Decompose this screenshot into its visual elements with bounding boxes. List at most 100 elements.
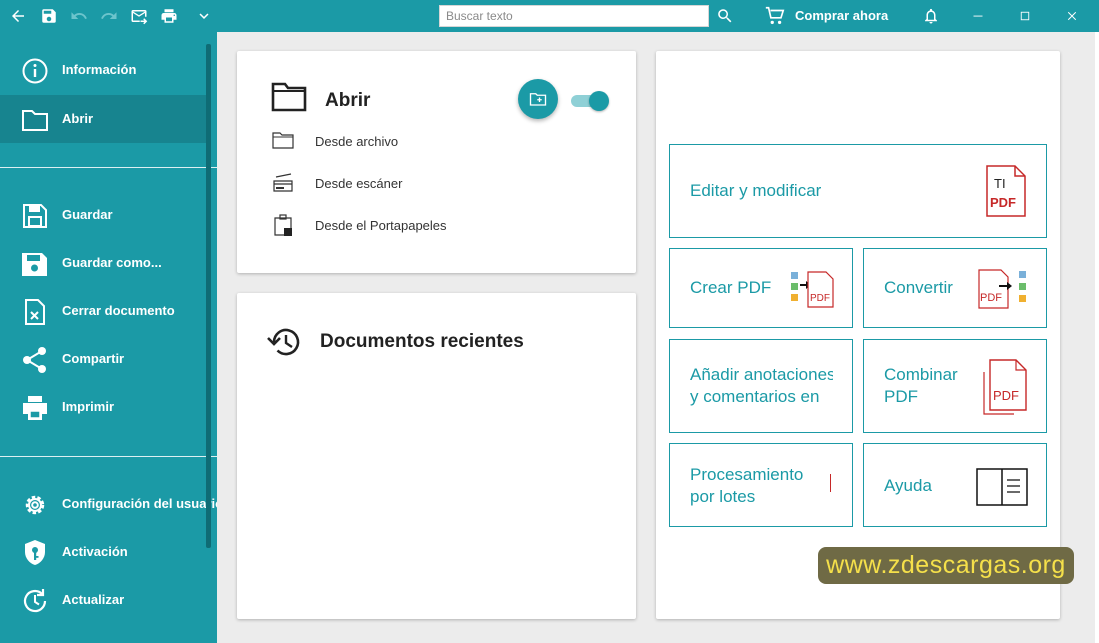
redo-icon[interactable] — [97, 4, 121, 28]
tools-panel: Editar y modificar TI PDF Crear PDF PDF … — [656, 51, 1060, 619]
open-from-file[interactable]: Desde archivo — [271, 129, 571, 153]
toggle-knob — [589, 91, 609, 111]
tile-label: y comentarios en — [690, 387, 820, 406]
folder-icon — [22, 110, 48, 131]
sidebar-item-label: Abrir — [62, 111, 94, 126]
tile-label: Ayuda — [884, 476, 932, 495]
pdf-badge: PDF — [810, 293, 830, 304]
batch-processing-tile[interactable]: Procesamiento por lotes — [669, 443, 853, 527]
share-icon — [23, 347, 46, 373]
sidebar-item-guardar-como[interactable]: Guardar como... — [0, 239, 207, 287]
sidebar-item-guardar[interactable]: Guardar — [0, 191, 207, 239]
sidebar-divider — [0, 167, 217, 168]
history-icon — [267, 328, 300, 356]
sidebar-item-label: Cerrar documento — [62, 303, 175, 318]
recent-documents-title: Documentos recientes — [320, 331, 524, 352]
watermark: www.zdescargas.org — [818, 547, 1074, 584]
create-pdf-icon: PDF — [791, 271, 834, 308]
sidebar-item-label: Configuración del usuario — [62, 496, 217, 511]
batch-icon-fragment — [830, 474, 831, 492]
sidebar-item-cerrar-documento[interactable]: Cerrar documento — [0, 287, 207, 335]
close-icon[interactable] — [1060, 4, 1084, 28]
gear-icon — [25, 495, 45, 515]
open-option-label: Desde el Portapapeles — [315, 218, 447, 233]
email-send-icon[interactable] — [127, 4, 151, 28]
clipboard-icon — [274, 214, 292, 236]
title-bar: Comprar ahora — [0, 0, 1099, 32]
undo-icon[interactable] — [67, 4, 91, 28]
sidebar-item-activacion[interactable]: Activación — [0, 528, 207, 576]
sidebar-item-imprimir[interactable]: Imprimir — [0, 383, 207, 431]
sidebar-item-label: Imprimir — [62, 399, 115, 414]
sidebar-divider — [0, 456, 217, 457]
folder-icon — [271, 82, 307, 112]
sidebar: Información Abrir Guardar Guardar como..… — [0, 32, 217, 643]
cart-icon[interactable] — [763, 4, 787, 28]
folder-open-icon — [272, 132, 294, 149]
open-from-clipboard[interactable]: Desde el Portapapeles — [271, 213, 571, 237]
scanner-icon — [273, 173, 293, 192]
tile-label: Convertir — [884, 278, 953, 297]
edit-glyph: TI — [994, 176, 1006, 191]
open-option-label: Desde archivo — [315, 134, 399, 149]
help-tile[interactable]: Ayuda — [863, 443, 1047, 527]
sidebar-item-label: Guardar como... — [62, 255, 162, 270]
create-pdf-tile[interactable]: Crear PDF PDF — [669, 248, 853, 328]
combine-pdf-icon: PDF — [983, 359, 1027, 415]
add-annotations-tile[interactable]: Añadir anotaciones y comentarios en — [669, 339, 853, 433]
open-option-label: Desde escáner — [315, 176, 403, 191]
open-panel-title: Abrir — [325, 90, 371, 111]
edit-modify-tile[interactable]: Editar y modificar TI PDF — [669, 144, 1047, 238]
search-icon[interactable] — [713, 4, 737, 28]
tile-label: Editar y modificar — [690, 181, 822, 200]
folder-add-icon — [529, 93, 547, 106]
tile-label: Añadir anotaciones — [690, 365, 833, 384]
open-toggle[interactable] — [571, 91, 609, 111]
sidebar-item-label: Activación — [62, 544, 128, 559]
open-from-scanner[interactable]: Desde escáner — [271, 171, 571, 195]
chevron-down-icon[interactable] — [192, 4, 216, 28]
sidebar-item-label: Información — [62, 62, 137, 77]
sidebar-item-label: Compartir — [62, 351, 125, 366]
tile-label: por lotes — [690, 487, 756, 506]
pdf-badge: PDF — [980, 292, 1002, 304]
bell-icon[interactable] — [919, 4, 943, 28]
save-icon — [23, 204, 47, 228]
save-as-icon — [22, 253, 47, 276]
sidebar-item-configuracion[interactable]: Configuración del usuario — [0, 480, 217, 528]
shield-key-icon — [25, 540, 45, 565]
new-folder-button[interactable] — [518, 79, 558, 119]
back-arrow-icon[interactable] — [6, 4, 30, 28]
sidebar-item-label: Guardar — [62, 207, 113, 222]
pdf-edit-icon: TI PDF — [986, 165, 1026, 217]
sidebar-item-abrir[interactable]: Abrir — [0, 95, 207, 143]
sidebar-item-actualizar[interactable]: Actualizar — [0, 576, 207, 624]
sidebar-item-label: Actualizar — [62, 592, 125, 607]
sidebar-item-informacion[interactable]: Información — [0, 46, 207, 94]
info-icon — [22, 58, 48, 84]
minimize-icon[interactable] — [966, 4, 990, 28]
sidebar-item-compartir[interactable]: Compartir — [0, 335, 207, 383]
combine-pdf-tile[interactable]: Combinar PDF PDF — [863, 339, 1047, 433]
print-icon[interactable] — [157, 4, 181, 28]
tile-label: Combinar — [884, 365, 958, 384]
open-panel: Abrir Desde archivo Desde escáner Desde … — [237, 51, 636, 273]
tile-label: Crear PDF — [690, 278, 772, 297]
save-icon[interactable] — [37, 4, 61, 28]
search-input[interactable] — [439, 5, 709, 27]
close-document-icon — [25, 299, 45, 325]
pdf-badge: PDF — [993, 388, 1019, 403]
tile-label: Procesamiento — [690, 465, 804, 484]
pdf-badge: PDF — [990, 195, 1016, 210]
update-icon — [23, 589, 47, 613]
recent-documents-panel: Documentos recientes — [237, 293, 636, 619]
convert-tile[interactable]: Convertir PDF — [863, 248, 1047, 328]
tile-label: PDF — [884, 387, 918, 406]
buy-now-link[interactable]: Comprar ahora — [795, 8, 888, 23]
help-book-icon — [976, 468, 1028, 506]
sidebar-scrollbar[interactable] — [206, 44, 211, 548]
window-border — [1095, 32, 1099, 643]
convert-icon: PDF — [978, 269, 1026, 309]
maximize-icon[interactable] — [1013, 4, 1037, 28]
print-icon — [23, 396, 47, 420]
